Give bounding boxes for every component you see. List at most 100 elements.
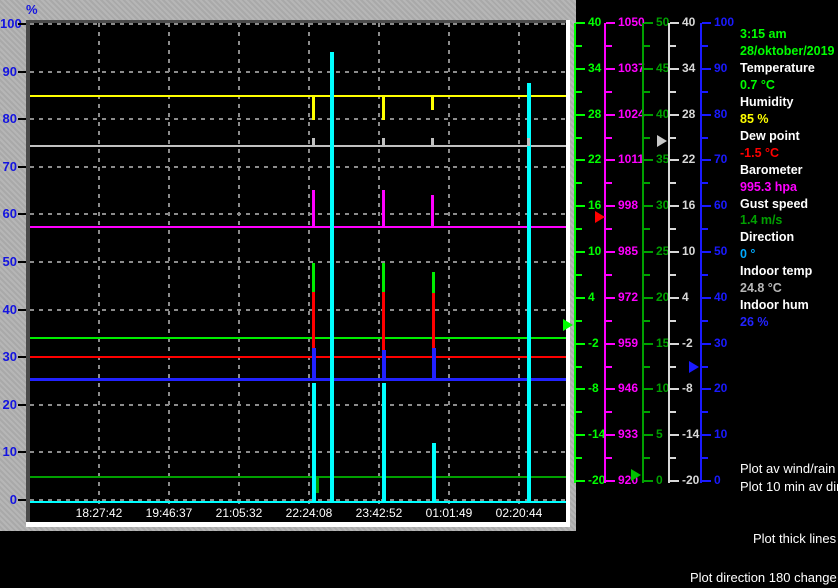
temperature-axis-major-tick [576,342,585,345]
barometer-line [30,226,566,228]
dew-point-label: Dew point [740,128,800,143]
temperature-axis-minor-tick [576,319,582,322]
temperature-axis-major-tick [576,159,585,162]
humidity-axis-minor-tick [702,136,708,139]
barometer-axis-label: 1037 [618,60,645,75]
humidity-axis-label: 60 [714,198,728,213]
temperature-axis-major-tick [576,113,585,116]
humidity-axis-major-tick [702,22,711,24]
wind-axis-major-tick [644,388,653,391]
wind-axis-label: 0 [656,473,663,487]
humidity-axis-major-tick [702,388,711,391]
humidity-axis-major-tick [702,159,711,162]
horizontal-gridline [30,165,566,168]
wind-axis-minor-tick [644,90,650,93]
barometer-axis-major-tick [606,434,615,437]
wind-axis-major-tick [644,342,653,345]
indoor-hum-label: Indoor hum [740,298,809,313]
percent-tick-label: 30 [2,349,17,365]
humidity-line [30,95,566,97]
humidity-axis-major-tick [702,113,711,116]
temperature-spike [312,263,315,292]
wind-axis-major-tick [644,296,653,299]
direction-label: Direction [740,230,795,245]
temperature-axis-minor-tick [576,44,582,47]
temperature-axis-minor-tick [576,411,582,414]
temperature-axis-label: 22 [588,152,602,167]
indoor-temp-axis-minor-tick [670,411,676,414]
temperature-line [30,337,566,339]
humidity-value: 85 % [740,111,769,126]
dew_point-spike [312,292,315,350]
indoor-temp-axis-label: 34 [682,60,696,75]
temperature-axis-label: -2 [588,335,599,350]
wind-axis-minor-tick [644,44,650,47]
wind-axis-minor-tick [644,228,650,231]
percent-tick-label: 20 [2,396,17,412]
temperature-axis-minor-tick [576,365,582,368]
indoor-temp-axis-label: 4 [682,289,689,304]
barometer-axis-major-tick [606,342,615,345]
indoor_temp-line [30,145,566,147]
humidity-axis-minor-tick [702,319,708,322]
humidity-axis-minor-tick [702,90,708,93]
barometer-axis-label: 1024 [618,106,645,121]
humidity-axis-label: 30 [714,335,728,350]
rain-spike [382,383,386,501]
humidity-axis-label: 40 [714,289,728,304]
horizontal-gridline [30,451,566,454]
temperature-axis-major-tick [576,388,585,391]
indoor-temp-label: Indoor temp [740,264,813,279]
horizontal-gridline [30,70,566,73]
humidity-axis-label: 20 [714,381,728,396]
humidity-axis-major-tick [702,296,711,299]
barometer-axis-major-tick [606,251,615,253]
barometer-axis-major-tick [606,113,615,116]
humidity-axis-major-tick [702,342,711,345]
humidity-axis-major-tick [702,480,711,482]
humidity-axis-minor-tick [702,44,708,47]
temperature-axis-minor-tick [576,457,582,460]
barometer-spike [431,195,434,227]
temperature-axis-minor-tick [576,136,582,139]
humidity-axis-minor-tick [702,182,708,185]
temperature-axis-minor-tick [576,228,582,231]
indoor-temp-axis-major-tick [670,296,679,299]
percent-tick-label: 0 [9,492,17,507]
rain-line [30,501,566,503]
wind-axis-minor-tick [644,182,650,185]
barometer-axis-minor-tick [606,411,612,414]
dew-point-value: -1.5 °C [740,145,780,160]
rain-spike [330,52,334,501]
percent-tick-label: 100 [0,16,22,31]
indoor-temp-axis-major-tick [670,388,679,391]
direction-value: 0 ° [740,247,756,262]
wind-axis-minor-tick [644,411,650,414]
humidity-axis-major-tick [702,434,711,437]
barometer-axis-major-tick [606,22,615,24]
barometer-marker [595,211,605,223]
indoor-temp-axis-label: 28 [682,106,696,121]
indoor-temp-axis-major-tick [670,251,679,253]
wind-axis-major-tick [644,434,653,437]
barometer-spike [312,190,315,227]
temperature-axis-major-tick [576,434,585,437]
indoor-temp-axis-major-tick [670,159,679,162]
barometer-axis-minor-tick [606,44,612,47]
temperature-axis-label: 28 [588,106,602,121]
barometer-axis-major-tick [606,67,615,70]
wind_avg-line [30,476,566,478]
temperature-axis-major-tick [576,480,585,482]
percent-tick-label: 40 [2,301,17,317]
indoor-temp-axis-major-tick [670,480,679,482]
humidity-axis-minor-tick [702,411,708,414]
clock-time: 3:15 am [740,27,787,41]
indoor_hum-spike [382,350,386,380]
temperature-axis-label: -8 [588,381,599,396]
temperature-axis-major-tick [576,67,585,70]
humidity-axis-major-tick [702,205,711,208]
dew_point-spike [382,292,385,350]
barometer-spike [382,190,385,227]
temperature-marker [563,319,573,331]
humidity-spike [431,95,434,110]
